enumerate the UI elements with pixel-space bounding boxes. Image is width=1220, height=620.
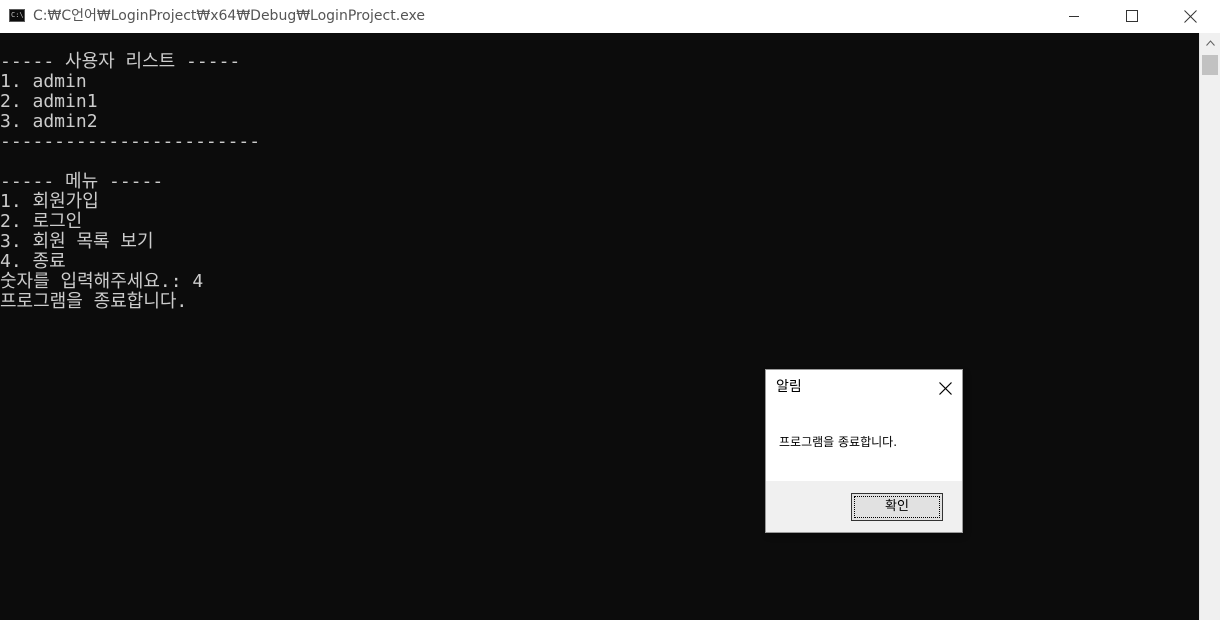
console-lines: ----- 사용자 리스트 ----- 1. admin 2. admin1 3… — [0, 52, 260, 312]
window-title: C:₩C언어₩LoginProject₩x64₩Debug₩LoginProje… — [33, 8, 426, 24]
console-line: 숫자를 입력해주세요.: 4 — [0, 271, 204, 292]
close-icon — [1183, 9, 1197, 23]
close-icon — [938, 381, 952, 395]
vertical-scrollbar[interactable] — [1199, 33, 1220, 620]
console-line: 3. admin2 — [0, 111, 98, 132]
scroll-thumb[interactable] — [1202, 55, 1218, 75]
console-line: 2. admin1 — [0, 91, 98, 112]
dialog-close-button[interactable] — [927, 370, 963, 406]
scroll-up-button[interactable] — [1200, 33, 1220, 53]
chevron-up-icon — [1205, 40, 1215, 46]
dialog-message: 프로그램을 종료합니다. — [779, 435, 898, 449]
minimize-button[interactable] — [1045, 0, 1103, 32]
console-line: ------------------------ — [0, 131, 261, 152]
console-line: 프로그램을 종료합니다. — [0, 291, 188, 312]
minimize-icon — [1069, 16, 1079, 17]
console-app-icon: C:\ — [9, 9, 25, 22]
close-button[interactable] — [1161, 0, 1219, 32]
console-line: ----- 메뉴 ----- — [0, 171, 164, 192]
ok-button[interactable]: 확인 — [851, 493, 943, 521]
console-line: 4. 종료 — [0, 251, 66, 272]
maximize-button[interactable] — [1103, 0, 1161, 32]
dialog-title: 알림 — [776, 379, 802, 395]
console-output[interactable]: ----- 사용자 리스트 ----- 1. admin 2. admin1 3… — [0, 33, 1199, 620]
alert-dialog: 알림 프로그램을 종료합니다. 확인 — [765, 369, 963, 533]
console-line: ----- 사용자 리스트 ----- — [0, 51, 241, 72]
console-line: 1. admin — [0, 71, 87, 92]
dialog-footer: 확인 — [766, 481, 962, 532]
console-line: 1. 회원가입 — [0, 191, 99, 212]
title-bar[interactable]: C:\ C:₩C언어₩LoginProject₩x64₩Debug₩LoginP… — [0, 0, 1220, 33]
console-line: 2. 로그인 — [0, 211, 83, 232]
console-line: 3. 회원 목록 보기 — [0, 231, 154, 252]
maximize-icon — [1126, 10, 1138, 22]
